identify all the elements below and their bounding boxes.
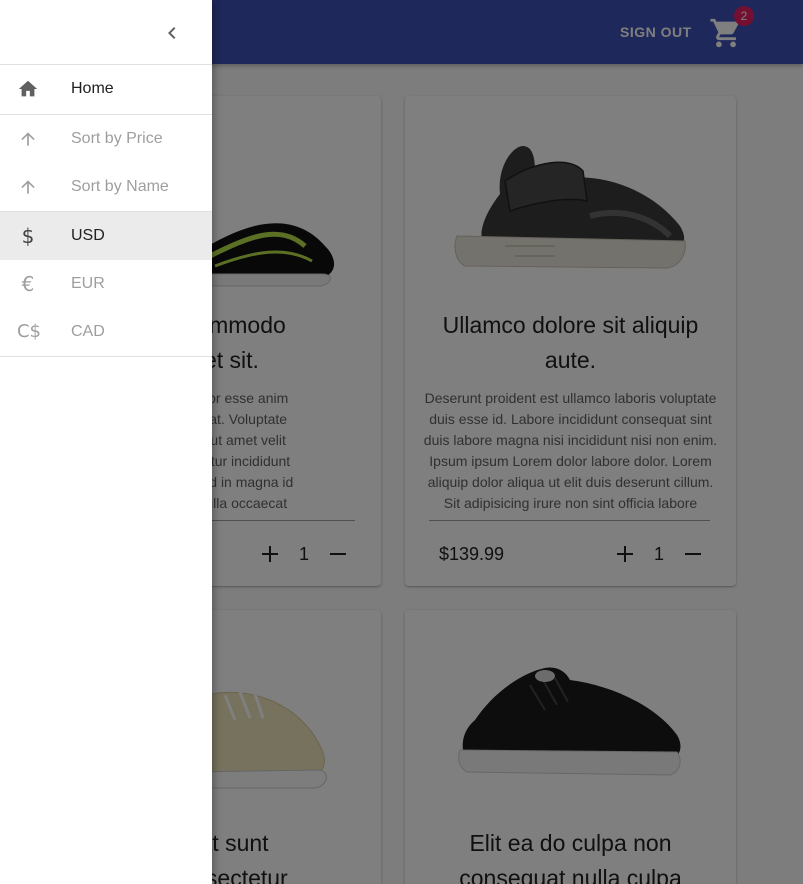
navigation-drawer: Home Sort by Price Sort by Name $ USD € … [0,0,212,884]
close-drawer-button[interactable] [152,17,192,49]
drawer-item-label: EUR [71,275,105,292]
drawer-item-label: USD [71,227,105,244]
dollar-icon: $ [21,224,35,248]
drawer-item-cad[interactable]: C$ CAD [0,308,212,356]
drawer-item-home[interactable]: Home [0,65,212,113]
drawer-item-label: CAD [71,323,105,340]
arrow-up-icon [16,175,40,199]
home-icon [16,77,40,101]
drawer-item-sort-by-price[interactable]: Sort by Price [0,115,212,163]
drawer-item-label: Sort by Price [71,130,163,147]
chevron-left-icon [168,27,176,39]
cad-icon: C$ [16,321,42,342]
drawer-item-label: Home [71,80,114,97]
drawer-item-eur[interactable]: € EUR [0,260,212,308]
arrow-up-icon [16,127,40,151]
divider [0,356,212,357]
drawer-item-label: Sort by Name [71,178,169,195]
drawer-header [0,0,212,65]
drawer-item-sort-by-name[interactable]: Sort by Name [0,163,212,211]
drawer-item-usd[interactable]: $ USD [0,212,212,260]
euro-icon: € [21,272,35,296]
